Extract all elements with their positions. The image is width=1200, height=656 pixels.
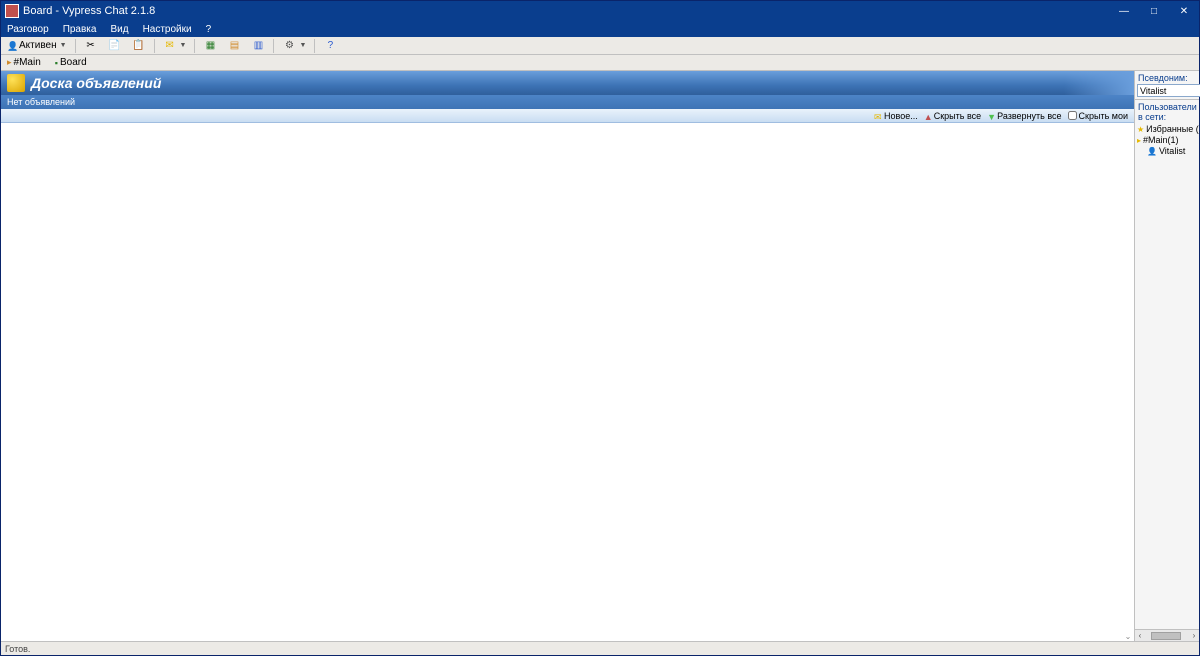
tree-favorites[interactable]: ★ Избранные (0): [1137, 124, 1197, 135]
expand-icon: ▼: [987, 112, 995, 120]
star-new-icon: ✉: [163, 39, 177, 53]
tabs-bar: ▸ #Main ▪ Board: [1, 55, 1199, 71]
tab-board[interactable]: ▪ Board: [51, 57, 91, 68]
action-hide-all-label: Скрыть все: [934, 111, 981, 121]
tool-c-button[interactable]: ▥: [247, 37, 269, 55]
star-icon: ★: [1137, 125, 1144, 134]
status-dropdown[interactable]: Активен ▼: [3, 38, 71, 53]
collapse-icon: ▲: [924, 112, 932, 120]
user-label: Vitalist: [1159, 146, 1185, 156]
action-new[interactable]: ✉ Новое...: [874, 111, 918, 121]
board-header-icon: [7, 74, 25, 92]
board-title: Доска объявлений: [31, 75, 161, 91]
window-title: Board - Vypress Chat 2.1.8: [23, 5, 1109, 17]
separator: [314, 39, 315, 53]
cut-button[interactable]: ✂: [80, 37, 102, 55]
tool-b-button[interactable]: ▤: [223, 37, 245, 55]
menu-view[interactable]: Вид: [106, 23, 132, 36]
scroll-left-icon[interactable]: ‹: [1135, 631, 1145, 640]
action-hide-all[interactable]: ▲ Скрыть все: [924, 111, 981, 121]
copy-icon: 📄: [108, 39, 122, 53]
board-action-bar: ✉ Новое... ▲ Скрыть все ▼ Развернуть все…: [1, 109, 1134, 123]
new-message-button[interactable]: ✉▼: [159, 37, 191, 55]
action-hide-mine-label: Скрыть мои: [1079, 111, 1128, 121]
separator: [273, 39, 274, 53]
channel-label: #Main(1): [1143, 135, 1179, 145]
help-button[interactable]: ?: [319, 37, 341, 55]
board-content: [1, 123, 1134, 641]
board-header: Доска объявлений: [1, 71, 1134, 95]
sidebar-horizontal-scrollbar[interactable]: ‹ ›: [1135, 629, 1199, 641]
paste-icon: 📋: [132, 39, 146, 53]
board-empty-message: Нет объявлений: [7, 97, 75, 107]
separator: [75, 39, 76, 53]
dropdown-icon: ▼: [299, 42, 306, 49]
app-icon: [5, 4, 19, 18]
action-hide-mine[interactable]: Скрыть мои: [1068, 111, 1128, 121]
minimize-button[interactable]: —: [1109, 1, 1139, 21]
hide-mine-checkbox[interactable]: [1068, 111, 1077, 120]
menu-conversation[interactable]: Разговор: [3, 23, 53, 36]
dropdown-icon: ▼: [180, 42, 187, 49]
scroll-thumb[interactable]: [1151, 632, 1181, 640]
grid-b-icon: ▤: [227, 39, 241, 53]
sidebar: Псевдоним: ↻ Пользователи в сети: ★ Избр…: [1135, 71, 1199, 641]
menu-bar: Разговор Правка Вид Настройки ?: [1, 21, 1199, 37]
tool-a-button[interactable]: ▦: [199, 37, 221, 55]
tab-main[interactable]: ▸ #Main: [3, 57, 45, 68]
dropdown-icon: ▼: [60, 42, 67, 49]
users-tree: ★ Избранные (0) ▸ #Main(1) 👤 Vitalist: [1135, 122, 1199, 629]
action-expand-all[interactable]: ▼ Развернуть все: [987, 111, 1061, 121]
action-new-label: Новое...: [884, 111, 918, 121]
maximize-button[interactable]: □: [1139, 1, 1169, 21]
settings-dropdown-button[interactable]: ⚙▼: [278, 37, 310, 55]
tree-channel-main[interactable]: ▸ #Main(1): [1137, 135, 1197, 146]
app-window: Board - Vypress Chat 2.1.8 — □ ✕ Разгово…: [0, 0, 1200, 656]
action-expand-all-label: Развернуть все: [997, 111, 1061, 121]
nickname-label: Псевдоним:: [1135, 71, 1199, 83]
menu-help[interactable]: ?: [202, 23, 216, 36]
grid-c-icon: ▥: [251, 39, 265, 53]
scissors-icon: ✂: [84, 39, 98, 53]
tree-user-vitalist[interactable]: 👤 Vitalist: [1137, 146, 1197, 157]
user-icon: 👤: [1147, 147, 1157, 156]
menu-settings[interactable]: Настройки: [139, 23, 196, 36]
main-area: Доска объявлений Нет объявлений ✉ Новое.…: [1, 71, 1135, 641]
separator: [194, 39, 195, 53]
scroll-down-icon[interactable]: ⌄: [1122, 631, 1134, 641]
channel-icon: ▸: [1137, 136, 1141, 145]
menu-edit[interactable]: Правка: [59, 23, 101, 36]
body: Доска объявлений Нет объявлений ✉ Новое.…: [1, 71, 1199, 641]
vertical-scrollbar[interactable]: ⌄: [1122, 123, 1134, 641]
title-bar: Board - Vypress Chat 2.1.8 — □ ✕: [1, 1, 1199, 21]
channel-icon: ▸: [7, 57, 12, 68]
grid-a-icon: ▦: [203, 39, 217, 53]
copy-button[interactable]: 📄: [104, 37, 126, 55]
user-status-icon: [7, 41, 17, 51]
board-subheader: Нет объявлений: [1, 95, 1134, 109]
favorites-label: Избранные (0): [1146, 124, 1199, 134]
status-bar: Готов.: [1, 641, 1199, 655]
help-icon: ?: [323, 39, 337, 53]
nickname-row: ↻: [1135, 83, 1199, 100]
tab-label: #Main: [14, 57, 41, 68]
toolbar: Активен ▼ ✂ 📄 📋 ✉▼ ▦ ▤ ▥ ⚙▼ ?: [1, 37, 1199, 55]
tab-label: Board: [60, 57, 87, 68]
gear-icon: ⚙: [282, 39, 296, 53]
status-label: Активен: [19, 40, 57, 51]
users-online-label: Пользователи в сети:: [1135, 100, 1199, 122]
close-button[interactable]: ✕: [1169, 1, 1199, 21]
nickname-input[interactable]: [1137, 84, 1200, 97]
board-icon: ▪: [55, 58, 58, 68]
paste-button[interactable]: 📋: [128, 37, 150, 55]
new-icon: ✉: [874, 112, 882, 120]
status-text: Готов.: [5, 644, 30, 654]
scroll-right-icon[interactable]: ›: [1189, 631, 1199, 640]
separator: [154, 39, 155, 53]
